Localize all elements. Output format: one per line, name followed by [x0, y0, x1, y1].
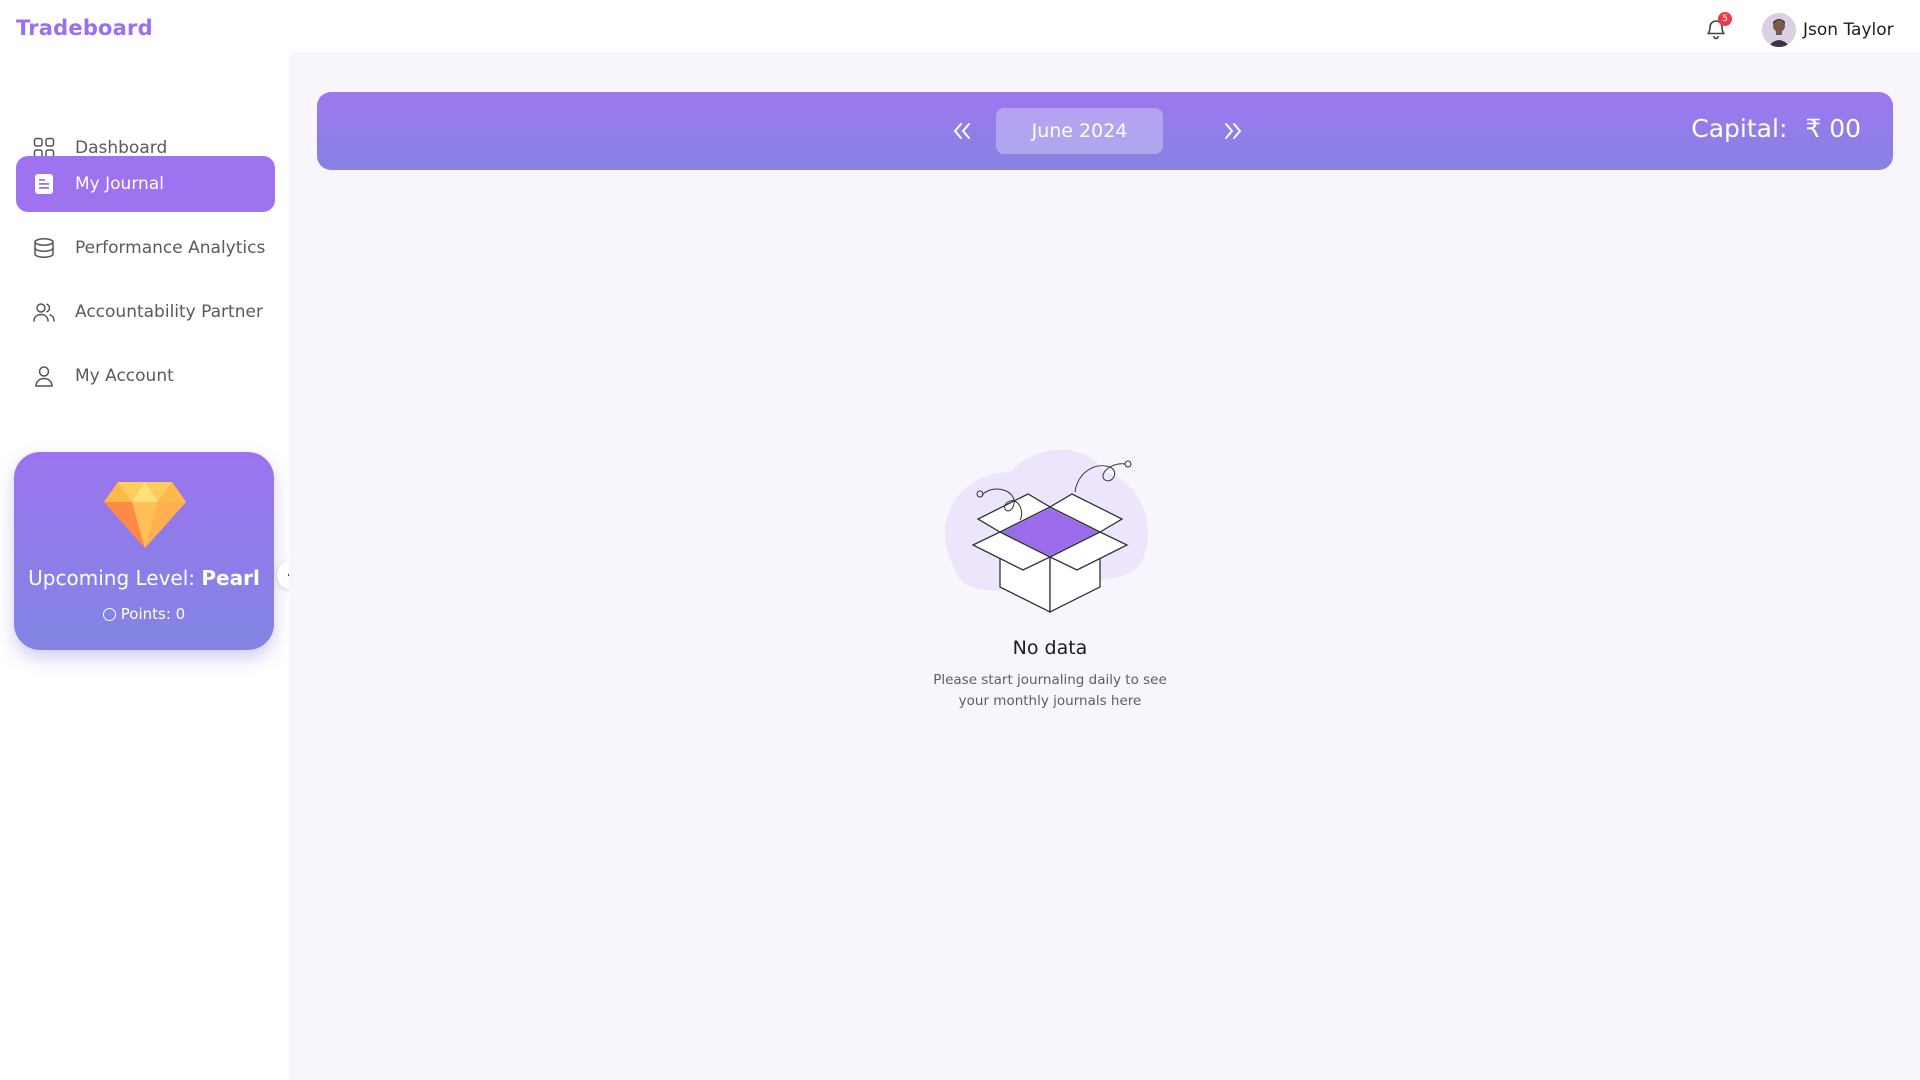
- empty-box-illustration: [944, 449, 1149, 614]
- empty-state-title: No data: [1012, 637, 1088, 659]
- empty-state-description: Please start journaling daily to see you…: [933, 672, 1167, 709]
- sidebar-item-my-journal[interactable]: My Journal: [16, 156, 275, 212]
- sidebar-item-label: My Journal: [75, 174, 164, 194]
- month-navigator: June 2024 Capital: ₹ 00: [317, 92, 1893, 170]
- capital-value: 00: [1829, 114, 1861, 143]
- previous-month-button[interactable]: [947, 116, 977, 146]
- sidebar-item-performance-analytics[interactable]: Performance Analytics: [16, 220, 275, 276]
- user-icon: [32, 364, 56, 388]
- notification-badge: 5: [1718, 12, 1732, 26]
- diamond-icon: [104, 482, 186, 548]
- points-value: Points: 0: [120, 605, 186, 623]
- avatar: [1762, 13, 1796, 47]
- level-label: Upcoming Level:: [28, 566, 196, 590]
- upcoming-level: Upcoming Level: Pearl: [14, 566, 274, 590]
- capital-display: Capital: ₹ 00: [1691, 114, 1861, 143]
- double-chevron-left-icon: [954, 123, 970, 139]
- capital-label: Capital:: [1691, 114, 1788, 143]
- info-icon: [102, 607, 116, 621]
- points-row: Points: 0: [14, 605, 274, 623]
- sidebar-item-label: My Account: [75, 366, 174, 386]
- user-menu[interactable]: Json Taylor: [1762, 13, 1894, 47]
- sidebar-item-label: Accountability Partner: [75, 302, 263, 322]
- sidebar-item-label: Dashboard: [75, 138, 168, 158]
- brand-logo[interactable]: Tradeboard: [16, 16, 153, 40]
- sidebar-item-label: Performance Analytics: [75, 238, 266, 258]
- capital-currency: ₹: [1805, 114, 1822, 143]
- journal-icon: [32, 172, 56, 196]
- database-icon: [32, 236, 56, 260]
- level-card: Upcoming Level: Pearl Points: 0: [14, 452, 274, 650]
- next-month-button[interactable]: [1218, 116, 1248, 146]
- sidebar-item-accountability-partner[interactable]: Accountability Partner: [16, 284, 275, 340]
- sidebar: Dashboard My Journal Performance Analyti…: [0, 58, 289, 1080]
- users-icon: [32, 300, 56, 324]
- top-bar: Tradeboard 5 Json Taylor: [0, 0, 1920, 58]
- main-content: June 2024 Capital: ₹ 00 No data Please s…: [289, 52, 1920, 1080]
- level-name: Pearl: [201, 566, 260, 590]
- current-month[interactable]: June 2024: [996, 108, 1163, 154]
- sidebar-item-my-account[interactable]: My Account: [16, 348, 275, 404]
- double-chevron-right-icon: [1225, 123, 1241, 139]
- user-name: Json Taylor: [1803, 20, 1894, 40]
